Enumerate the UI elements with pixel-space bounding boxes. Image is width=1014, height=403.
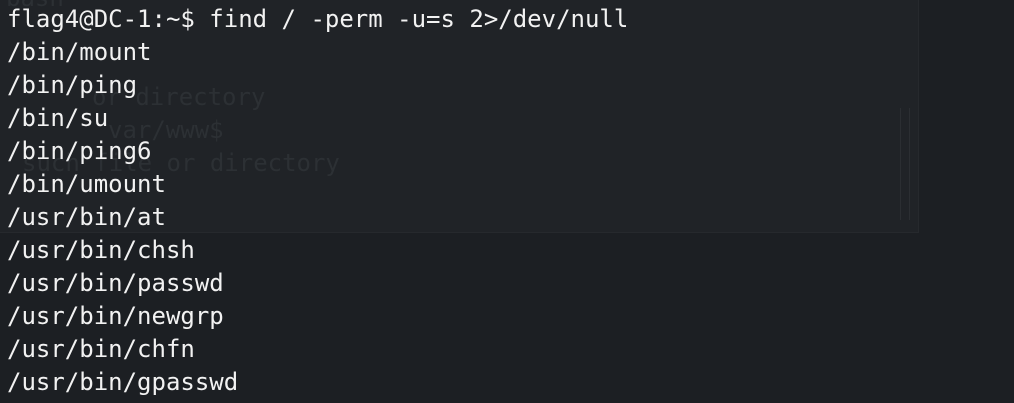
- output-line: /bin/ping: [7, 71, 138, 99]
- ghost-scrollbar: [900, 108, 910, 220]
- output-line: /bin/ping6: [7, 137, 152, 165]
- output-line: /bin/umount: [7, 170, 166, 198]
- output-line: /usr/bin/at: [7, 203, 166, 231]
- terminal-window[interactable]: bash or directory var/www$ such file or …: [0, 0, 1014, 403]
- shell-prompt: flag4@DC-1:~$: [7, 5, 195, 33]
- terminal-output: flag4@DC-1:~$ find / -perm -u=s 2>/dev/n…: [7, 3, 628, 399]
- output-line: /usr/bin/chsh: [7, 236, 195, 264]
- command-line: flag4@DC-1:~$ find / -perm -u=s 2>/dev/n…: [7, 3, 628, 36]
- output-line: /usr/bin/gpasswd: [7, 368, 239, 396]
- output-line: /usr/bin/newgrp: [7, 302, 224, 330]
- output-line: /bin/mount: [7, 38, 152, 66]
- output-line: /usr/bin/chfn: [7, 335, 195, 363]
- output-line: /bin/su: [7, 104, 109, 132]
- output-line: /usr/bin/passwd: [7, 269, 224, 297]
- command-text: find / -perm -u=s 2>/dev/null: [209, 5, 629, 33]
